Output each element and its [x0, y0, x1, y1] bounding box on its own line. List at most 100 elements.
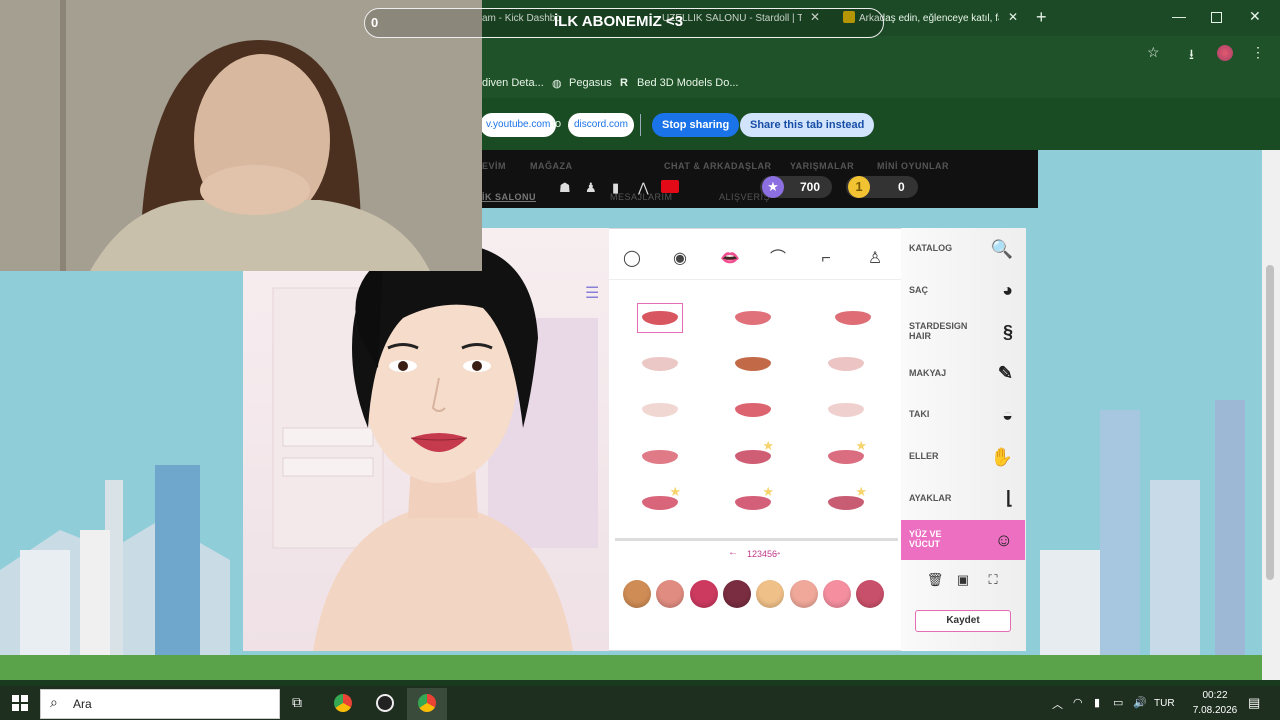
star-icon: ★	[669, 484, 681, 499]
nose-icon[interactable]: ⌐	[806, 244, 846, 274]
friends-icon[interactable]: ☗	[559, 180, 571, 196]
tray-chevron-icon[interactable]: ︿	[1052, 696, 1063, 712]
scrollbar-thumb[interactable]	[1266, 265, 1274, 580]
jewelry-icon: ◒	[1002, 404, 1013, 425]
category-katalog[interactable]: KATALOG 🔍	[901, 229, 1025, 269]
category-label: KATALOG	[909, 243, 953, 254]
lip-swatch	[735, 311, 771, 325]
category-ayaklar[interactable]: AYAKLAR ⌊	[901, 479, 1025, 519]
chrome-icon[interactable]	[334, 694, 352, 712]
lip-option[interactable]	[730, 395, 776, 425]
lip-swatch	[642, 450, 678, 464]
fashion-icon[interactable]: ⋀	[638, 180, 649, 196]
nav-contests[interactable]: YARIŞMALAR	[790, 161, 854, 171]
star-icon: ★	[762, 438, 774, 453]
category-makyaj[interactable]: MAKYAJ ✎	[901, 354, 1025, 394]
color-swatch[interactable]	[756, 580, 785, 608]
new-tab-icon[interactable]: +	[1036, 7, 1047, 28]
task-view-icon[interactable]: ⧉	[292, 694, 302, 711]
fullscreen-icon[interactable]: ⛶	[984, 572, 1002, 590]
doll-figure	[272, 242, 598, 651]
nav-home[interactable]: EVİM	[482, 161, 506, 171]
lip-swatch	[642, 311, 678, 325]
category-yüz-ve-vücut[interactable]: YÜZ VE VÜCUT ☺	[901, 520, 1025, 561]
lip-option[interactable]	[823, 349, 869, 379]
save-button[interactable]: Kaydet	[915, 610, 1011, 632]
network-icon[interactable]: ◠	[1073, 696, 1083, 709]
maximize-icon[interactable]	[1211, 12, 1222, 23]
language-indicator[interactable]: TUR	[1154, 698, 1175, 709]
nav-minigames[interactable]: MİNİ OYUNLAR	[877, 161, 949, 171]
menu-icon[interactable]: ⋮	[1251, 44, 1265, 61]
category-stardesign-hair[interactable]: STARDESIGN HAIR §	[901, 312, 1025, 352]
color-swatch[interactable]	[789, 580, 818, 608]
obs-icon[interactable]	[376, 694, 394, 712]
people-icon[interactable]: ♟	[585, 180, 597, 196]
category-saç[interactable]: SAÇ ◕	[901, 271, 1025, 311]
eyebrow-icon[interactable]: ⌒	[758, 244, 798, 274]
lip-option[interactable]	[637, 349, 683, 379]
bookmark-item[interactable]: Pegasus	[569, 77, 612, 89]
lip-option[interactable]	[637, 442, 683, 472]
bookmark-item[interactable]: diven Deta...	[482, 77, 544, 89]
lip-option[interactable]: ★	[730, 484, 776, 518]
minimize-icon[interactable]: —	[1172, 8, 1186, 24]
list-menu-icon[interactable]: ☰	[585, 283, 599, 303]
makeup-icon: ✎	[997, 363, 1013, 384]
next-page-button[interactable]: →	[772, 547, 782, 558]
color-swatch[interactable]	[689, 580, 718, 608]
windows-start-icon[interactable]	[12, 695, 28, 711]
camera-icon[interactable]: ▣	[954, 572, 972, 590]
share-source: v.youtube.com	[480, 113, 557, 137]
lip-option[interactable]	[730, 349, 776, 379]
lip-option[interactable]: ★	[637, 484, 683, 518]
lip-option[interactable]: ★	[823, 438, 869, 472]
lips-icon[interactable]: 👄	[710, 244, 750, 274]
globe-icon: ◍	[552, 78, 562, 90]
download-icon[interactable]: ⭳	[1189, 44, 1194, 68]
lip-option[interactable]	[823, 395, 869, 425]
lip-option[interactable]: ★	[823, 484, 869, 518]
bookmark-item[interactable]: Bed 3D Models Do...	[637, 77, 739, 89]
clock-date[interactable]: 7.08.2026	[1187, 705, 1243, 716]
share-this-tab-button[interactable]: Share this tab instead	[740, 113, 875, 137]
color-swatch[interactable]	[623, 580, 651, 608]
volume-icon[interactable]: 🔊	[1133, 696, 1147, 709]
prev-page-button[interactable]: ←	[728, 547, 738, 558]
category-eller[interactable]: ELLER ✋	[901, 437, 1025, 477]
salon-room	[243, 228, 609, 651]
body-icon[interactable]: ♙	[855, 244, 895, 274]
turkey-flag-icon[interactable]	[661, 180, 679, 193]
close-window-icon[interactable]: ✕	[1249, 8, 1261, 25]
nav-store[interactable]: MAĞAZA	[530, 161, 573, 171]
subnav-beauty-salon[interactable]: İK SALONU	[482, 192, 536, 202]
divider	[640, 114, 641, 136]
lip-option[interactable]: ★	[730, 438, 776, 472]
trash-icon[interactable]: 🗑	[926, 572, 944, 590]
battery-icon[interactable]: ▭	[1113, 696, 1123, 709]
stop-sharing-button[interactable]: Stop sharing	[652, 113, 740, 137]
color-swatch[interactable]	[722, 580, 751, 608]
bookmark-flag-icon[interactable]: ▮	[612, 180, 619, 196]
close-tab-icon[interactable]: ✕	[1008, 10, 1018, 24]
carousel-track	[615, 538, 898, 541]
clock-time[interactable]: 00:22	[1195, 690, 1235, 701]
lip-option[interactable]	[830, 303, 876, 333]
color-swatch[interactable]	[822, 580, 851, 608]
nav-chat[interactable]: CHAT & ARKADAŞLAR	[664, 161, 772, 171]
lip-option[interactable]	[730, 303, 776, 333]
bookmark-star-icon[interactable]: ☆	[1147, 44, 1160, 61]
profile-avatar[interactable]	[1217, 45, 1233, 61]
eye-icon[interactable]: ◉	[660, 244, 700, 274]
person-video	[0, 0, 482, 271]
lip-option[interactable]	[637, 395, 683, 425]
lip-swatch	[828, 403, 864, 417]
chrome-icon[interactable]	[418, 694, 436, 712]
lip-option[interactable]	[637, 303, 683, 333]
color-swatch[interactable]	[856, 580, 885, 608]
mic-icon[interactable]: ▮	[1094, 696, 1100, 709]
notifications-icon[interactable]: ▤	[1248, 695, 1260, 711]
category-label: ELLER	[909, 451, 939, 462]
category-taki[interactable]: TAKI ◒	[901, 395, 1025, 435]
face-shape-icon[interactable]: ◯	[612, 244, 652, 274]
